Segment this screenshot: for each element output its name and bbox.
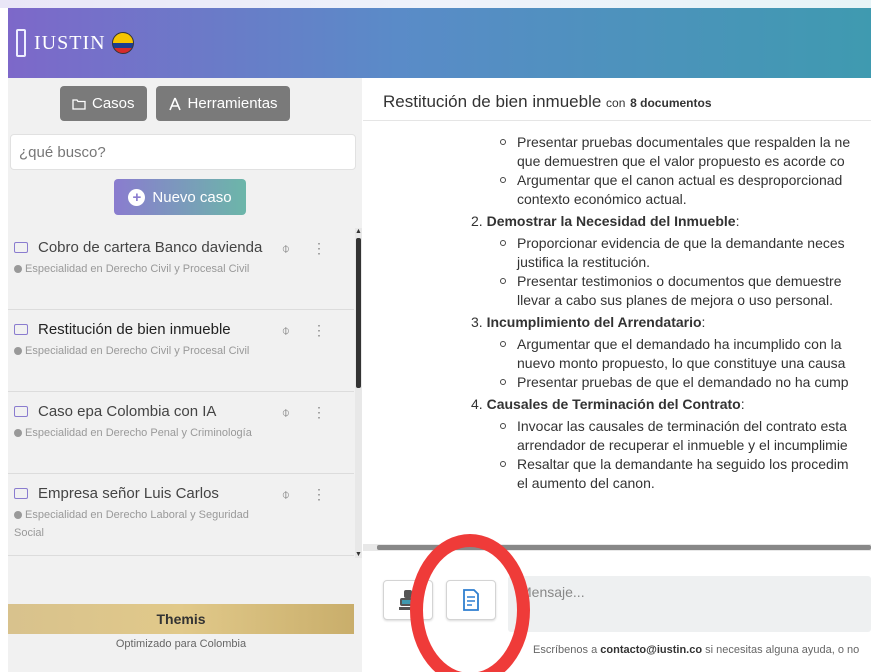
bullet-icon: [500, 423, 506, 429]
logo-text: IUSTIN: [34, 31, 106, 54]
scroll-thumb[interactable]: [356, 238, 361, 388]
composer: Mensaje... Escríbenos a contacto@iustin.…: [363, 552, 871, 672]
help-note-prefix: Escríbenos a: [533, 644, 598, 656]
attachment-icon[interactable]: ⌽: [282, 322, 290, 339]
bullet-icon: [500, 139, 506, 145]
message-placeholder: Mensaje...: [520, 584, 585, 600]
message-input[interactable]: Mensaje...: [508, 576, 871, 632]
more-options-icon[interactable]: ⋮: [312, 322, 326, 339]
heading-number: 4.: [471, 396, 483, 412]
case-item[interactable]: Cobro de cartera Banco davienda Especial…: [8, 228, 354, 310]
case-item[interactable]: Restitución de bien inmueble Especialida…: [8, 310, 354, 392]
content-heading: Incumplimiento del Arrendatario: [486, 314, 702, 330]
bullet-icon: [500, 177, 506, 183]
case-title: Empresa señor Luis Carlos: [38, 485, 219, 502]
content-line: que demuestren que el valor propuesto es…: [517, 153, 845, 169]
bullet-icon: [500, 278, 506, 284]
badge-icon: [14, 429, 22, 437]
case-list: Cobro de cartera Banco davienda Especial…: [8, 228, 354, 558]
docs-prefix: con: [606, 96, 626, 110]
more-options-icon[interactable]: ⋮: [312, 240, 326, 257]
content-line: Proporcionar evidencia de que la demanda…: [517, 235, 845, 251]
content-line: Resaltar que la demandante ha seguido lo…: [517, 456, 849, 472]
new-case-button[interactable]: + Nuevo caso: [114, 179, 246, 215]
bullet-icon: [500, 379, 506, 385]
content-line: Presentar pruebas de que el demandado no…: [517, 374, 849, 390]
attachment-icon[interactable]: ⌽: [282, 486, 290, 503]
contact-email-link[interactable]: contacto@iustin.co: [600, 644, 702, 656]
content-line: Presentar testimonios o documentos que d…: [517, 273, 842, 289]
content-line: Argumentar que el canon actual es despro…: [517, 172, 843, 188]
content-line: Invocar las causales de terminación del …: [517, 418, 847, 434]
content-line: Presentar pruebas documentales que respa…: [517, 134, 851, 150]
case-title: Cobro de cartera Banco davienda: [38, 239, 263, 256]
plus-icon: +: [128, 188, 146, 206]
colombia-flag-icon: [111, 32, 134, 54]
bullet-icon: [500, 341, 506, 347]
docs-count: 8 documentos: [630, 96, 712, 110]
stamp-icon: [399, 590, 417, 610]
upload-button[interactable]: [383, 580, 433, 620]
case-title: Restitución de bien inmueble: [38, 321, 231, 338]
content-line: el aumento del canon.: [517, 475, 655, 491]
optimized-label: Optimizado para Colombia: [115, 638, 247, 650]
content-heading: Causales de Terminación del Contrato: [486, 396, 741, 412]
case-specialty: Especialidad en Derecho Civil y Procesal…: [25, 345, 250, 357]
help-note: Escríbenos a contacto@iustin.co si neces…: [533, 644, 859, 656]
chat-title: Restitución de bien inmueble con 8 docum…: [383, 92, 712, 112]
bullet-icon: [500, 461, 506, 467]
content-line: contexto económico actual.: [517, 191, 687, 207]
content-hscrollbar[interactable]: [363, 544, 871, 551]
tools-button-label: Herramientas: [187, 95, 278, 112]
content-line: arrendador de recuperar el inmueble y el…: [517, 437, 848, 453]
themis-button[interactable]: Themis: [8, 604, 354, 634]
top-strip: [0, 0, 871, 8]
attachment-icon[interactable]: ⌽: [282, 404, 290, 421]
case-item[interactable]: Caso epa Colombia con IA Especialidad en…: [8, 392, 354, 474]
case-item[interactable]: Empresa señor Luis Carlos Especialidad e…: [8, 474, 354, 556]
hscroll-thumb[interactable]: [377, 545, 871, 550]
folder-icon: [14, 488, 28, 499]
documents-button[interactable]: [446, 580, 496, 620]
scroll-up-icon[interactable]: ▲: [355, 228, 362, 235]
attachment-icon[interactable]: ⌽: [282, 240, 290, 257]
badge-icon: [14, 265, 22, 273]
case-list-scrollbar[interactable]: ▲ ▼: [355, 228, 362, 558]
folder-icon: [14, 406, 28, 417]
badge-icon: [14, 511, 22, 519]
folder-icon: [14, 324, 28, 335]
search-input[interactable]: ¿qué busco?: [10, 134, 356, 170]
more-options-icon[interactable]: ⋮: [312, 486, 326, 503]
case-name: Restitución de bien inmueble: [383, 92, 602, 111]
sidebar: Casos Herramientas ¿qué busco? + Nuevo c…: [8, 78, 362, 672]
case-specialty: Especialidad en Derecho Civil y Procesal…: [25, 263, 250, 275]
content-heading: Demostrar la Necesidad del Inmueble: [486, 213, 736, 229]
search-placeholder: ¿qué busco?: [19, 143, 106, 161]
content-line: llevar a cabo sus planes de mejora o uso…: [517, 292, 833, 308]
document-icon: [463, 589, 479, 611]
more-options-icon[interactable]: ⋮: [312, 404, 326, 421]
logo-icon: [16, 29, 26, 57]
chat-content: Presentar pruebas documentales que respa…: [471, 134, 851, 491]
badge-icon: [14, 347, 22, 355]
scroll-down-icon[interactable]: ▼: [355, 551, 362, 558]
heading-number: 3.: [471, 314, 483, 330]
tools-icon: [168, 97, 181, 110]
tools-button[interactable]: Herramientas: [155, 86, 290, 121]
content-line: justifica la restitución.: [517, 254, 651, 270]
cases-button[interactable]: Casos: [60, 86, 147, 121]
case-specialty: Especialidad en Derecho Laboral y Seguri…: [14, 509, 249, 539]
help-note-suffix: si necesitas alguna ayuda, o no: [705, 644, 860, 656]
case-specialty: Especialidad en Derecho Penal y Criminol…: [25, 427, 252, 439]
case-title: Caso epa Colombia con IA: [38, 403, 217, 420]
cases-button-label: Casos: [92, 95, 135, 112]
content-line: Argumentar que el demandado ha incumplid…: [517, 336, 842, 352]
content-line: nuevo monto propuesto, lo que constituye…: [517, 355, 846, 371]
app-header: IUSTIN: [8, 8, 871, 78]
heading-number: 2.: [471, 213, 483, 229]
bullet-icon: [500, 240, 506, 246]
new-case-label: Nuevo caso: [152, 188, 232, 206]
folder-icon: [72, 98, 86, 110]
folder-icon: [14, 242, 28, 253]
